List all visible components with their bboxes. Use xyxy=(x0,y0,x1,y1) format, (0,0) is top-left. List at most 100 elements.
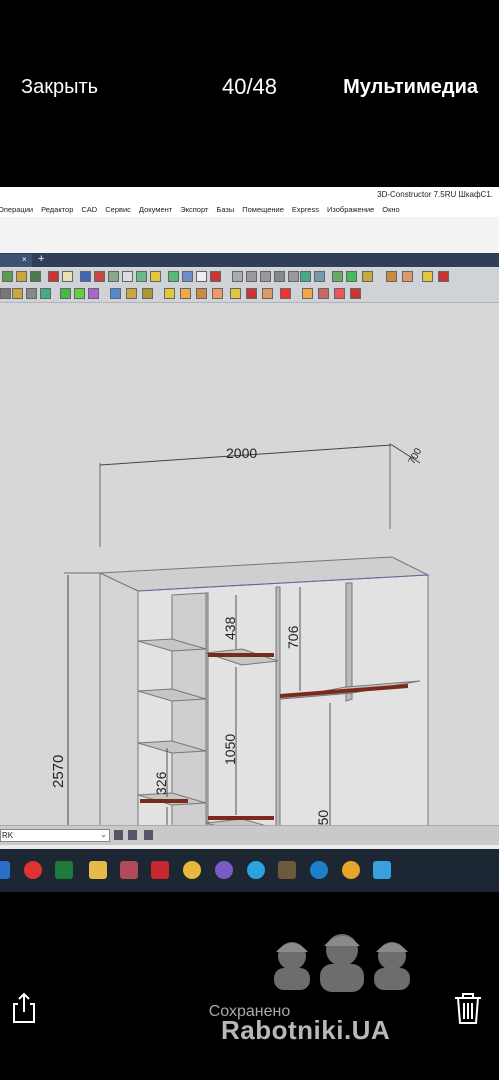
tool-icon[interactable] xyxy=(362,271,373,282)
app-icon[interactable] xyxy=(278,861,296,879)
tool-icon[interactable] xyxy=(350,288,361,299)
dim-706: 706 xyxy=(285,625,301,649)
tool-icon[interactable] xyxy=(164,288,175,299)
tool-icon[interactable] xyxy=(12,288,23,299)
tool-icon[interactable] xyxy=(74,288,85,299)
tool-icon[interactable] xyxy=(110,288,121,299)
tool-icon[interactable] xyxy=(212,288,223,299)
tool-icon[interactable] xyxy=(180,288,191,299)
tool-icon[interactable] xyxy=(288,271,299,282)
close-icon[interactable]: × xyxy=(22,255,27,264)
menu-export[interactable]: Экспорт xyxy=(180,205,208,214)
tool-icon[interactable] xyxy=(260,271,271,282)
menu-bases[interactable]: Базы xyxy=(216,205,234,214)
tool-icon[interactable] xyxy=(246,288,257,299)
tool-icon[interactable] xyxy=(60,288,71,299)
media-title: Мультимедиа xyxy=(343,76,478,98)
tool-icon[interactable] xyxy=(40,288,51,299)
autocad-icon[interactable] xyxy=(151,861,169,879)
layer-tool-icon[interactable] xyxy=(128,830,137,840)
tool-icon[interactable] xyxy=(230,288,241,299)
excel-icon[interactable] xyxy=(55,861,73,879)
document-tab[interactable]: × xyxy=(0,254,32,267)
layer-tool-icon[interactable] xyxy=(114,830,123,840)
tool-icon[interactable] xyxy=(300,271,311,282)
menu-service[interactable]: Сервис xyxy=(105,205,131,214)
layer-tool-icon[interactable] xyxy=(144,830,153,840)
tool-icon[interactable] xyxy=(26,288,37,299)
tool-icon[interactable] xyxy=(318,288,329,299)
tool-icon[interactable] xyxy=(196,288,207,299)
tool-icon[interactable] xyxy=(402,271,413,282)
menu-operations[interactable]: Операции xyxy=(0,205,33,214)
screenshot-image: 3D-Constructor 7.5RU ШкафС1. Операции Ред… xyxy=(0,187,499,892)
tool-icon[interactable] xyxy=(274,271,285,282)
app-title: 3D-Constructor 7.5RU ШкафС1. xyxy=(377,190,493,199)
chrome-icon[interactable] xyxy=(183,861,201,879)
tool-icon[interactable] xyxy=(422,271,433,282)
tool-icon[interactable] xyxy=(88,288,99,299)
tool-icon[interactable] xyxy=(150,271,161,282)
folder-icon[interactable] xyxy=(89,861,107,879)
toolbar-top xyxy=(0,268,499,286)
menu-window[interactable]: Окно xyxy=(382,205,399,214)
workers-logo xyxy=(274,934,410,992)
tool-icon[interactable] xyxy=(16,271,27,282)
app-icon-2[interactable] xyxy=(310,861,328,879)
photo-icon[interactable] xyxy=(120,861,138,879)
tool-icon[interactable] xyxy=(2,271,13,282)
trash-icon[interactable] xyxy=(452,990,484,1026)
app-icon-3[interactable] xyxy=(342,861,360,879)
tool-icon[interactable] xyxy=(334,288,345,299)
tool-icon[interactable] xyxy=(80,271,91,282)
menu-express[interactable]: Express xyxy=(292,205,319,214)
tool-icon[interactable] xyxy=(30,271,41,282)
tool-icon[interactable] xyxy=(94,271,105,282)
viber-icon[interactable] xyxy=(215,861,233,879)
dim-438: 438 xyxy=(222,616,238,640)
app-icon-4[interactable] xyxy=(373,861,391,879)
tool-icon[interactable] xyxy=(182,271,193,282)
tool-icon[interactable] xyxy=(332,271,343,282)
watermark-text: Rabotniki.UA xyxy=(221,1015,391,1045)
tool-icon[interactable] xyxy=(62,271,73,282)
tool-icon[interactable] xyxy=(210,271,221,282)
tool-icon[interactable] xyxy=(346,271,357,282)
chevron-down-icon: ⌄ xyxy=(100,830,107,839)
tool-icon[interactable] xyxy=(142,288,153,299)
tool-icon[interactable] xyxy=(0,288,11,299)
menu-image[interactable]: Изображение xyxy=(327,205,374,214)
dim-1750: 1750 xyxy=(315,810,331,825)
menu-editor[interactable]: Редактор xyxy=(41,205,73,214)
drawing-canvas[interactable]: 2000 700 2570 438 1050 706 326 1100 950 … xyxy=(0,303,499,892)
app-titlebar: 3D-Constructor 7.5RU ШкафС1. xyxy=(0,187,499,203)
windows-icon[interactable] xyxy=(0,861,10,879)
tool-icon[interactable] xyxy=(168,271,179,282)
tool-icon[interactable] xyxy=(232,271,243,282)
wardrobe-drawing: 2000 700 2570 438 1050 706 326 1100 950 … xyxy=(50,443,430,892)
telegram-icon[interactable] xyxy=(247,861,265,879)
tool-icon[interactable] xyxy=(302,288,313,299)
hanging-rail xyxy=(208,653,274,657)
hanging-rail xyxy=(140,799,188,803)
viewer-header: Закрыть 40/48 Мультимедиа xyxy=(0,0,499,186)
tool-icon[interactable] xyxy=(262,288,273,299)
add-tab-icon[interactable]: + xyxy=(38,253,44,265)
tool-icon[interactable] xyxy=(280,288,291,299)
tool-icon[interactable] xyxy=(196,271,207,282)
menu-cad[interactable]: CAD xyxy=(81,205,97,214)
tool-icon[interactable] xyxy=(108,271,119,282)
tool-icon[interactable] xyxy=(126,288,137,299)
youtube-icon[interactable] xyxy=(24,861,42,879)
tool-icon[interactable] xyxy=(314,271,325,282)
tool-icon[interactable] xyxy=(386,271,397,282)
tool-icon[interactable] xyxy=(438,271,449,282)
menu-room[interactable]: Помещение xyxy=(242,205,284,214)
tool-icon[interactable] xyxy=(122,271,133,282)
tool-icon[interactable] xyxy=(246,271,257,282)
share-icon[interactable] xyxy=(10,990,38,1026)
layer-select[interactable]: RK ⌄ xyxy=(0,829,110,842)
tool-icon[interactable] xyxy=(136,271,147,282)
tool-icon[interactable] xyxy=(48,271,59,282)
menu-document[interactable]: Документ xyxy=(139,205,172,214)
